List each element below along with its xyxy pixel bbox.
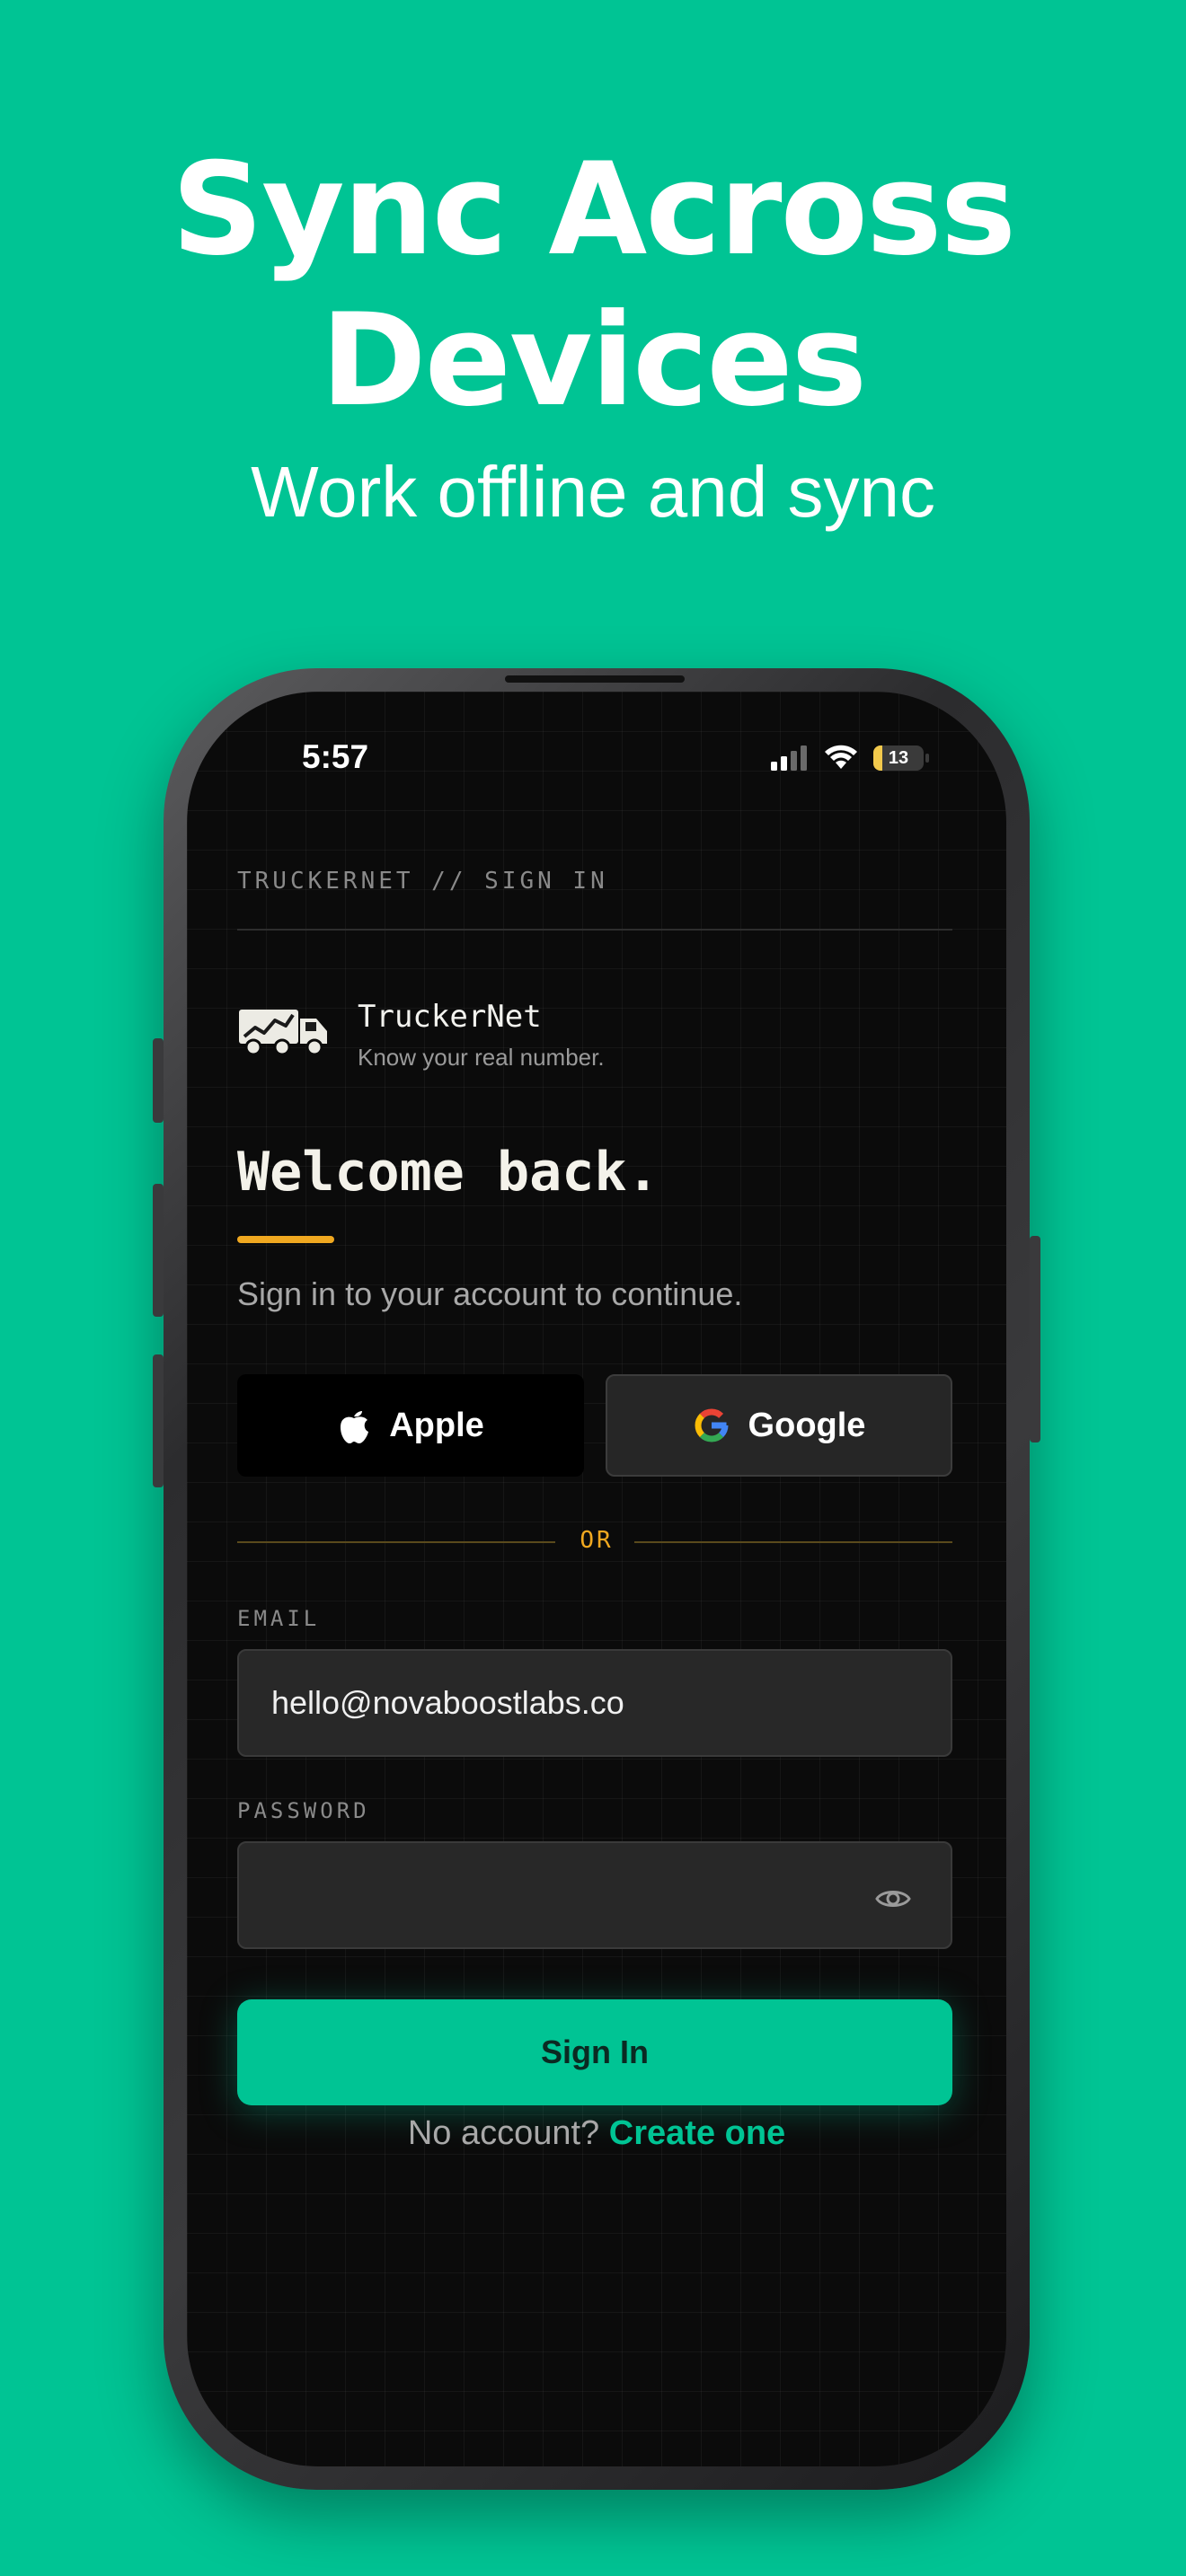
battery-level: 13 — [888, 748, 909, 768]
lead-text: Sign in to your account to continue. — [237, 1275, 743, 1312]
status-time: 5:57 — [302, 738, 369, 775]
no-account-prompt: No account? Create one — [187, 2114, 1006, 2153]
email-field[interactable] — [237, 1649, 952, 1757]
google-button-label: Google — [748, 1406, 866, 1444]
breadcrumb: TRUCKERNET // SIGN IN — [237, 868, 608, 895]
apple-icon — [341, 1411, 369, 1443]
brand-name: TruckerNet — [358, 999, 542, 1035]
promo-subheadline: Work offline and sync — [251, 452, 935, 532]
promo-headline: Sync Across Devices — [0, 135, 1186, 437]
phone-screen: 5:57 13 TRUCKERNET // SIGN IN TruckerNet… — [187, 692, 1006, 2466]
volume-down-button — [153, 1354, 164, 1487]
brand-tagline: Know your real number. — [358, 1044, 605, 1071]
promo-headline-line1: Sync Across — [171, 136, 1016, 284]
password-field[interactable] — [237, 1841, 952, 1949]
wifi-icon — [825, 745, 857, 769]
sign-in-button[interactable]: Sign In — [237, 1999, 952, 2105]
battery-icon: 13 — [873, 745, 924, 771]
power-button — [1030, 1236, 1040, 1442]
google-signin-button[interactable]: Google — [606, 1374, 952, 1477]
password-label: PASSWORD — [237, 1798, 370, 1823]
welcome-title: Welcome back. — [237, 1141, 659, 1204]
or-divider-right — [634, 1541, 952, 1543]
email-label: EMAIL — [237, 1606, 321, 1631]
or-divider-left — [237, 1541, 555, 1543]
speaker-grille — [505, 675, 685, 683]
eye-icon[interactable] — [873, 1879, 913, 1919]
battery-cap — [925, 754, 929, 763]
truck-logo-icon — [239, 1010, 327, 1056]
signal-icon — [771, 745, 807, 771]
title-accent-bar — [237, 1236, 334, 1243]
apple-signin-button[interactable]: Apple — [237, 1374, 584, 1477]
or-divider-label: OR — [580, 1527, 614, 1554]
header-divider — [237, 929, 952, 931]
no-account-text: No account? — [407, 2114, 600, 2152]
create-account-link[interactable]: Create one — [609, 2114, 785, 2152]
mute-switch — [153, 1038, 164, 1123]
promo-headline-line2: Devices — [320, 287, 867, 435]
apple-button-label: Apple — [389, 1406, 484, 1444]
google-icon — [695, 1408, 729, 1442]
volume-up-button — [153, 1184, 164, 1317]
